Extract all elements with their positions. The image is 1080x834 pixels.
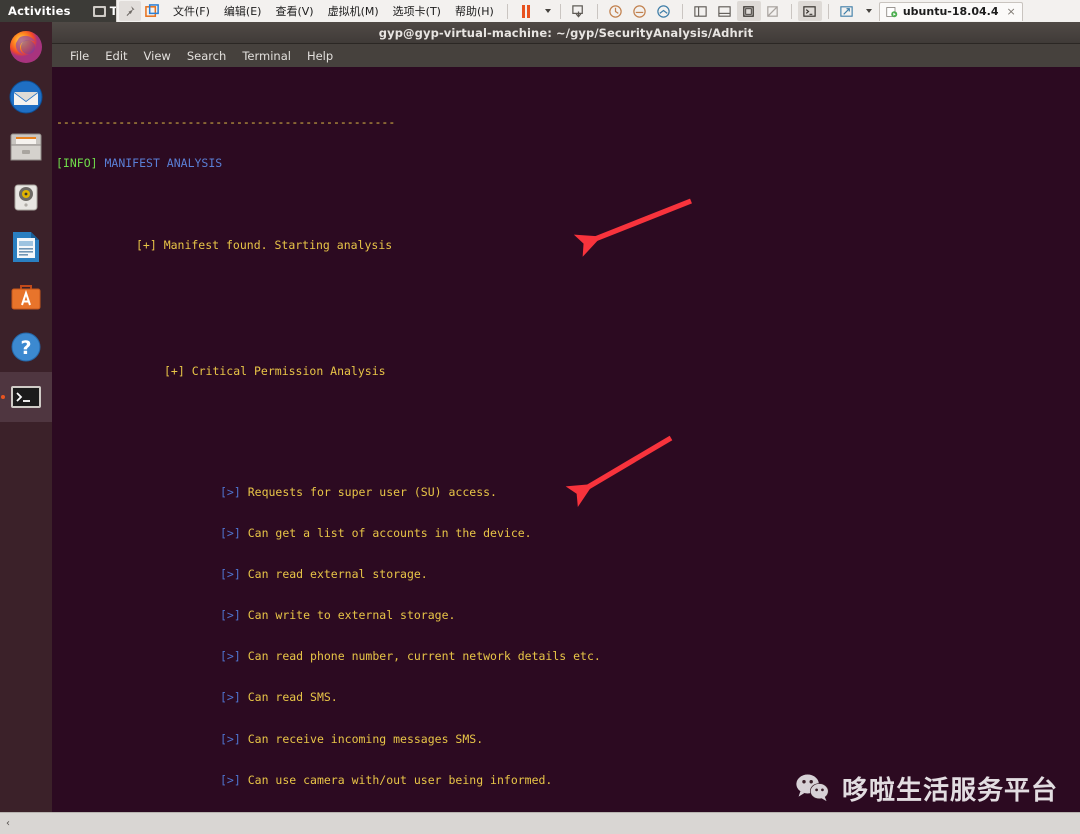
list-item: [>] Can read external storage.	[220, 567, 428, 582]
vmware-top-bar: Activities Ter 文件(F) 编辑(E) 查看(V) 虚拟机(M) …	[0, 0, 1080, 22]
snapshot-icon[interactable]	[567, 1, 591, 21]
libreoffice-writer-icon	[8, 229, 44, 265]
vmware-app-icon[interactable]	[145, 3, 160, 19]
critical-analysis-header: [+] Critical Permission Analysis	[164, 363, 386, 378]
pause-icon[interactable]	[514, 1, 538, 21]
terminal-titlebar[interactable]: gyp@gyp-virtual-machine: ~/gyp/SecurityA…	[52, 22, 1080, 44]
ubuntu-software-icon	[8, 279, 44, 315]
console-view-icon[interactable]	[797, 1, 822, 21]
list-item: [>] Can read SMS.	[220, 690, 338, 705]
take-snapshot-icon[interactable]	[628, 1, 652, 21]
terminal-menu-view[interactable]: View	[136, 47, 179, 65]
terminal-menu-help[interactable]: Help	[299, 47, 341, 65]
scroll-left-arrow-icon[interactable]: ‹	[0, 814, 16, 834]
unity-mode-icon[interactable]	[761, 1, 785, 21]
firefox-icon	[8, 29, 44, 65]
terminal-icon	[92, 5, 106, 17]
terminal-icon	[8, 379, 44, 415]
toolbar-divider	[559, 3, 561, 19]
terminal-title: gyp@gyp-virtual-machine: ~/gyp/SecurityA…	[378, 25, 754, 40]
files-icon	[8, 129, 44, 165]
launcher-item-rhythmbox[interactable]	[0, 172, 52, 222]
help-icon: ?	[8, 329, 44, 365]
ubuntu-vm-icon	[886, 6, 898, 18]
terminal-window: gyp@gyp-virtual-machine: ~/gyp/SecurityA…	[52, 22, 1080, 812]
show-left-pane-icon[interactable]	[689, 1, 713, 21]
revert-snapshot-icon[interactable]	[604, 1, 628, 21]
launcher-item-libreoffice-writer[interactable]	[0, 222, 52, 272]
terminal-menu-file[interactable]: File	[62, 47, 97, 65]
rhythmbox-icon	[8, 179, 44, 215]
terminal-menubar: File Edit View Search Terminal Help	[52, 44, 1080, 67]
toolbar-divider	[681, 3, 683, 19]
list-item: [>] Can get a list of accounts in the de…	[220, 526, 532, 541]
vmware-menu-strip: 文件(F) 编辑(E) 查看(V) 虚拟机(M) 选项卡(T) 帮助(H) ub…	[116, 0, 1080, 22]
terminal-menu-edit[interactable]: Edit	[97, 47, 135, 65]
critical-analysis-list: [>] Requests for super user (SU) access.…	[52, 459, 1080, 812]
activities-button[interactable]: Activities	[0, 4, 71, 18]
scrollbar-track[interactable]	[16, 814, 1080, 834]
toolbar-divider	[506, 3, 508, 19]
terminal-menu-terminal[interactable]: Terminal	[234, 47, 299, 65]
host-horizontal-scrollbar[interactable]: ‹	[0, 812, 1080, 834]
toolbar-divider	[790, 3, 792, 19]
list-item: [>] Requests for super user (SU) access.	[220, 484, 497, 499]
fullscreen-icon[interactable]	[736, 1, 761, 21]
list-item: [>] Can receive incoming messages SMS.	[220, 731, 484, 746]
view-caret-icon[interactable]	[859, 1, 875, 21]
info-line: [INFO] MANIFEST ANALYSIS	[56, 156, 223, 171]
menu-view[interactable]: 查看(V)	[268, 1, 320, 21]
launcher-item-files[interactable]	[0, 122, 52, 172]
info-tag: [INFO]	[56, 156, 98, 171]
menu-edit[interactable]: 编辑(E)	[217, 1, 269, 21]
terminal-output[interactable]: ----------------------------------------…	[52, 67, 1080, 812]
menu-tabs[interactable]: 选项卡(T)	[386, 1, 448, 21]
launcher-item-terminal[interactable]	[0, 372, 52, 422]
launcher-item-firefox[interactable]	[0, 22, 52, 72]
show-bottom-pane-icon[interactable]	[713, 1, 737, 21]
svg-text:?: ?	[20, 337, 31, 359]
vm-tab-label: ubuntu-18.04.4	[902, 5, 999, 18]
ubuntu-launcher: ?	[0, 22, 52, 812]
thunderbird-icon	[8, 79, 44, 115]
separator-line: ----------------------------------------…	[56, 115, 396, 130]
launcher-item-help[interactable]: ?	[0, 322, 52, 372]
manifest-found-line: [+] Manifest found. Starting analysis	[136, 238, 393, 253]
stretch-icon[interactable]	[835, 1, 859, 21]
dropdown-caret-icon[interactable]	[538, 1, 554, 21]
menu-vm[interactable]: 虚拟机(M)	[321, 1, 386, 21]
list-item: [>] Can use camera with/out user being i…	[220, 772, 553, 787]
terminal-menu-search[interactable]: Search	[179, 47, 235, 65]
toolbar-divider	[596, 3, 598, 19]
pin-icon[interactable]	[119, 1, 141, 21]
close-icon[interactable]: ×	[1006, 5, 1015, 18]
vm-tab-ubuntu[interactable]: ubuntu-18.04.4 ×	[878, 1, 1023, 21]
launcher-item-ubuntu-software[interactable]	[0, 272, 52, 322]
toolbar-divider	[827, 3, 829, 19]
launcher-item-thunderbird[interactable]	[0, 72, 52, 122]
list-item: [>] Can read phone number, current netwo…	[220, 649, 601, 664]
list-item: [>] Can write to external storage.	[220, 608, 456, 623]
menu-help[interactable]: 帮助(H)	[448, 1, 501, 21]
menu-file[interactable]: 文件(F)	[166, 1, 217, 21]
snapshot-manager-icon[interactable]	[652, 1, 676, 21]
